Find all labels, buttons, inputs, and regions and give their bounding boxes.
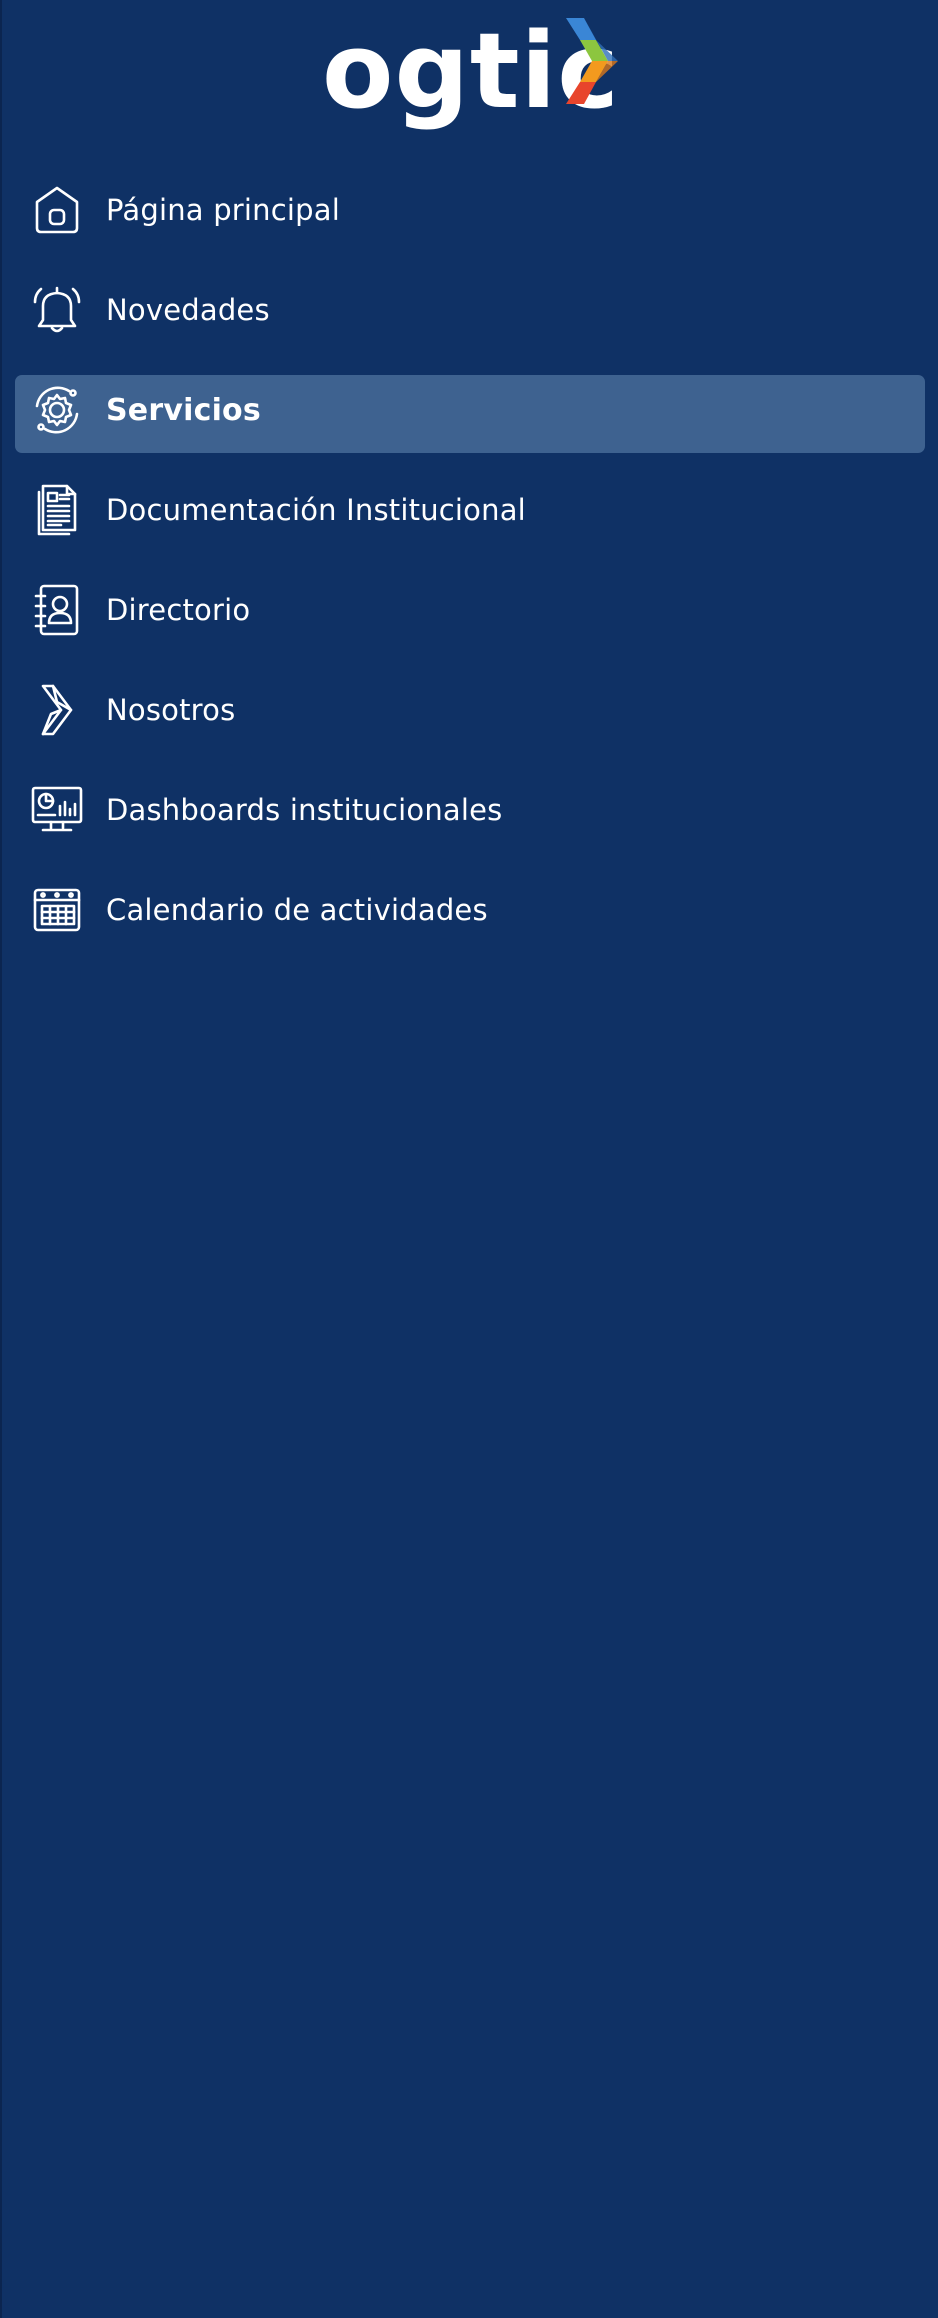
contact-book-icon (27, 580, 87, 640)
menu-item-calendario-de-actividades[interactable]: Calendario de actividades (0, 860, 938, 960)
bell-icon (27, 280, 87, 340)
menu-item-directorio[interactable]: Directorio (0, 560, 938, 660)
menu-label: Calendario de actividades (106, 893, 488, 927)
monitor-chart-icon (27, 780, 87, 840)
main-menu: Página principal Novedades Servicios Doc… (0, 160, 938, 960)
menu-item-servicios[interactable]: Servicios (0, 360, 938, 460)
menu-label: Página principal (106, 193, 340, 227)
menu-label: Dashboards institucionales (106, 793, 503, 827)
home-icon (27, 180, 87, 240)
menu-item-dashboards-institucionales[interactable]: Dashboards institucionales (0, 760, 938, 860)
logo-chevron-mark (566, 18, 618, 104)
menu-label: Documentación Institucional (106, 493, 526, 527)
menu-label: Novedades (106, 293, 270, 327)
menu-label: Directorio (106, 593, 251, 627)
ogtic-logo[interactable]: ogtic (0, 0, 938, 150)
menu-item-documentacion-institucional[interactable]: Documentación Institucional (0, 460, 938, 560)
gear-icon (27, 380, 87, 440)
menu-item-novedades[interactable]: Novedades (0, 260, 938, 360)
menu-label: Servicios (106, 392, 261, 428)
ogtic-chevron-icon (27, 680, 87, 740)
menu-item-pagina-principal[interactable]: Página principal (0, 160, 938, 260)
calendar-icon (27, 880, 87, 940)
menu-label: Nosotros (106, 693, 236, 727)
document-icon (27, 480, 87, 540)
menu-item-nosotros[interactable]: Nosotros (0, 660, 938, 760)
